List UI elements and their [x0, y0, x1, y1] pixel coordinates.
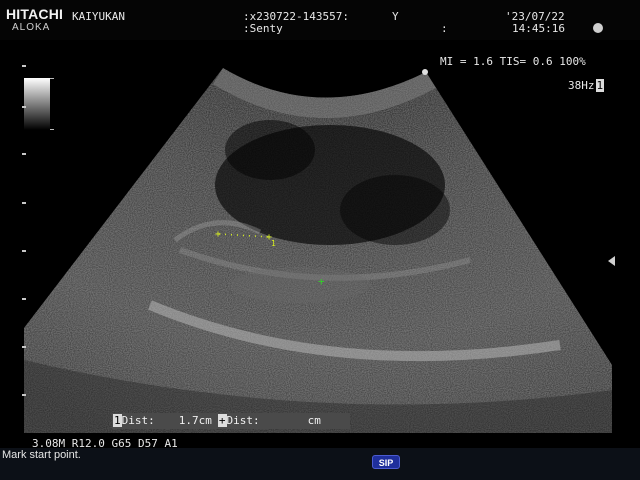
sector-scan [24, 68, 612, 433]
frame-index-badge: 1 [595, 79, 605, 92]
measurement-1-label: Dist: [121, 414, 155, 427]
status-message: Mark start point. [2, 449, 81, 461]
measurement-2-label: Dist: [226, 414, 260, 427]
measurement-1-value: 1.7cm [178, 414, 212, 427]
depth-tick [22, 106, 26, 108]
grayscale-tick [50, 78, 54, 79]
grayscale-bar [24, 78, 50, 130]
brand-sub-logo: ALOKA [12, 22, 51, 33]
depth-tick [22, 394, 26, 396]
measurement-readout: 1Dist: 1.7cm +Dist: cm [113, 414, 321, 427]
measurement-cursor-icon[interactable]: + [318, 275, 325, 288]
grayscale-tick [50, 129, 54, 130]
patient-name: :Senty [243, 22, 283, 35]
depth-tick [22, 250, 26, 252]
depth-tick [22, 346, 26, 348]
measurement-2-unit: cm [307, 414, 321, 427]
measurement-1-marker: 1 [113, 414, 122, 427]
frame-rate-readout: 38Hz 1 [568, 79, 605, 92]
depth-tick [22, 153, 26, 155]
focus-marker-icon [608, 256, 615, 266]
sip-button[interactable]: SIP [372, 455, 400, 469]
depth-tick [22, 298, 26, 300]
mi-tis-readout: MI = 1.6 TIS= 0.6 100% [440, 55, 586, 68]
caliper-start-marker: + [215, 229, 221, 240]
status-bar [0, 448, 640, 480]
brand-logo: HITACHI [6, 6, 64, 22]
measurement-2-marker: + [217, 414, 227, 427]
caliper-index-label: 1 [271, 239, 276, 248]
status-indicator-icon [593, 23, 603, 33]
exam-time: 14:45:16 [512, 22, 565, 35]
header-separator: : [441, 22, 448, 35]
patient-sex: Y [392, 10, 399, 23]
ultrasound-image[interactable]: + + 1 + [0, 40, 640, 440]
frame-rate-value: 38Hz [568, 79, 595, 92]
depth-tick [22, 202, 26, 204]
institution-name: KAIYUKAN [72, 10, 125, 23]
depth-tick [22, 65, 26, 67]
